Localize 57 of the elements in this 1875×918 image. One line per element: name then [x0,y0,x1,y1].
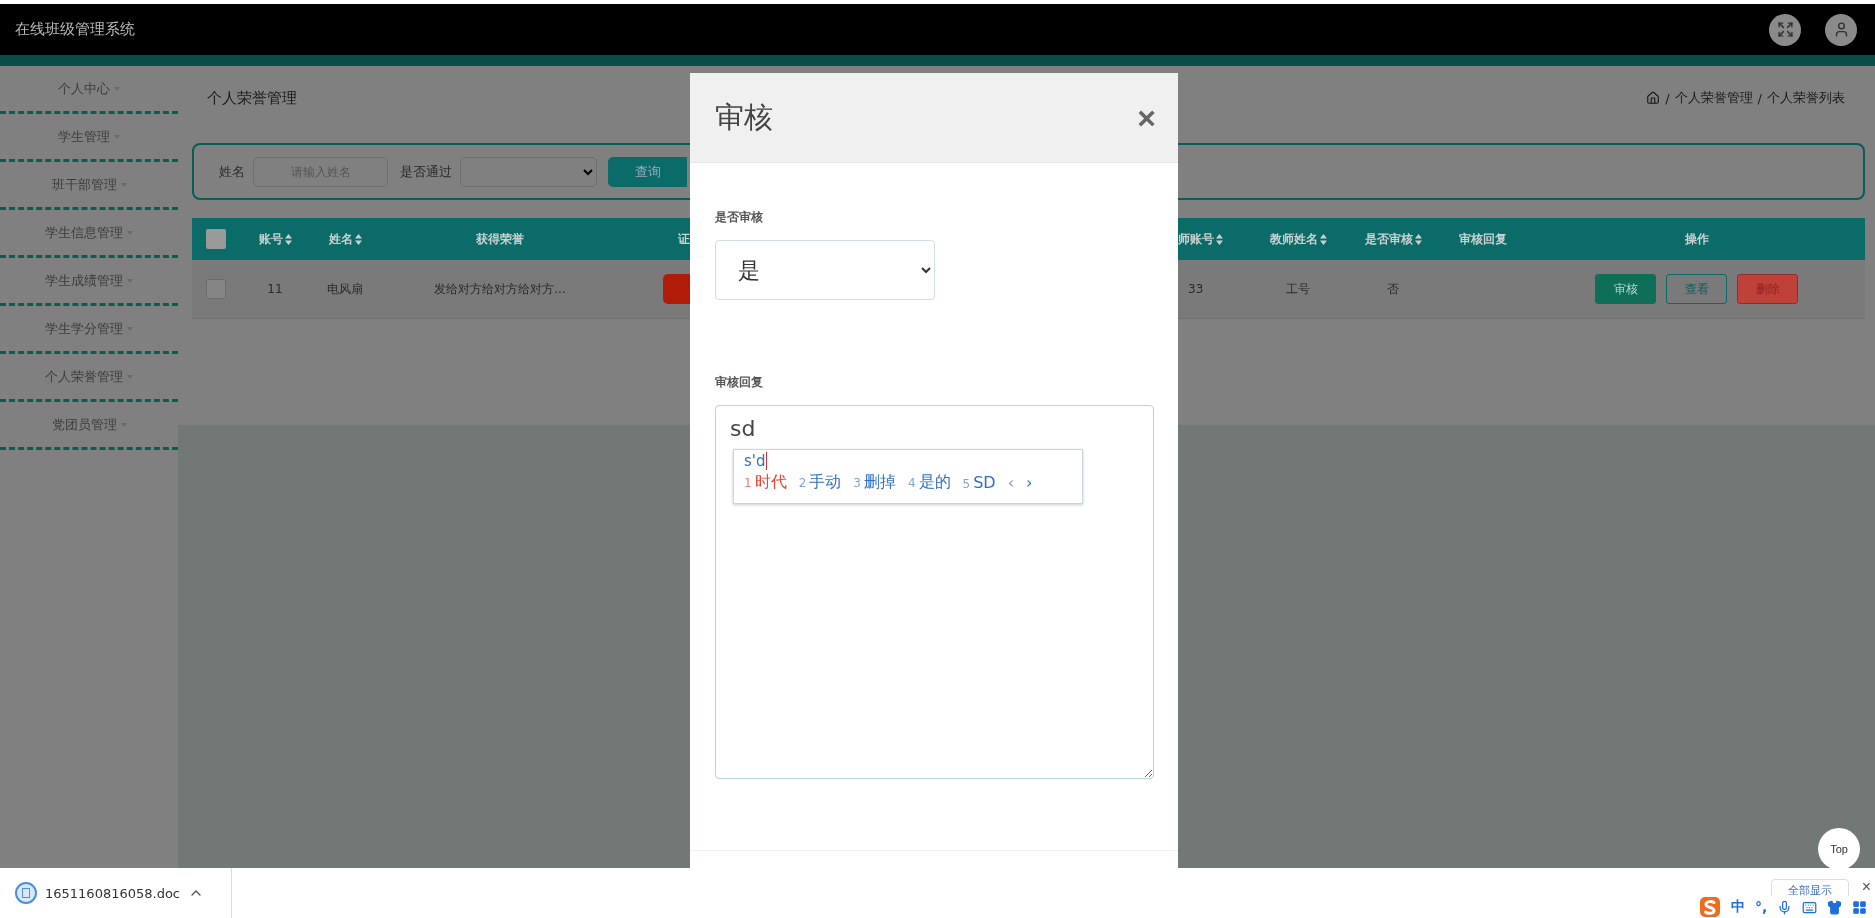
table-cell-text: 33 [1187,282,1205,296]
table-cell-text: 工号 [1285,280,1311,298]
review-select[interactable]: 是 [715,240,935,300]
table-cell-text: 发给对方给对方给对方... [433,280,567,298]
column-header[interactable]: 操作 [1528,230,1865,248]
sort-icon[interactable] [1319,233,1327,245]
fullscreen-icon[interactable] [1769,13,1801,46]
input-mode[interactable]: 中 [1731,898,1745,916]
field-label: 审核回复 [715,374,763,391]
table-cell-text: 电风扇 [326,280,364,298]
ime-candidate[interactable]: 5 SD [962,473,996,492]
column-header[interactable]: 是否审核 [1348,230,1438,248]
ime-candidate[interactable]: 2 手动 [798,472,842,493]
ime-composition: s'd [744,452,768,470]
close-button[interactable]: × [1861,878,1871,896]
field-label: 姓名 [219,162,245,181]
column-header[interactable]: 姓名 [310,230,380,248]
keyboard-icon[interactable] [1802,899,1818,915]
microphone-icon[interactable] [1777,899,1793,915]
app-title: 在线班级管理系统 [15,20,135,39]
table-cell-text: 11 [266,282,284,296]
download-filename[interactable]: 1651160816058.doc [45,885,180,901]
page-title: 个人荣誉管理 [207,88,297,108]
document-icon [15,882,37,904]
shirt-icon[interactable] [1827,899,1843,915]
table-cell-text: 否 [1386,280,1400,298]
breadcrumb-separator: / [1665,90,1670,106]
column-header[interactable]: 审核回复 [1438,230,1528,248]
grid-icon[interactable] [1852,899,1868,915]
breadcrumb-item[interactable]: 个人荣誉列表 [1767,89,1845,107]
next-page-button[interactable]: › [1026,473,1033,492]
query-button[interactable]: 查询 [608,156,687,187]
breadcrumb-separator: / [1757,90,1762,106]
header-checkbox[interactable] [206,229,226,249]
ime-logo-icon[interactable] [1699,896,1721,918]
dialog-title: 审核 [715,98,773,136]
column-header[interactable]: 师账号 [1178,230,1248,248]
sort-icon[interactable] [1414,233,1422,245]
breadcrumb-item[interactable]: 个人荣誉管理 [1674,89,1753,107]
close-button[interactable]: × [1137,101,1156,134]
column-header[interactable]: 获得荣誉 [380,230,620,248]
column-header[interactable]: 账号 [240,230,310,248]
ime-candidate[interactable]: 4 是的 [907,472,951,493]
review-button[interactable]: 审核 [1595,274,1656,304]
sort-icon[interactable] [354,233,362,245]
field-label: 是否审核 [715,209,763,226]
column-header[interactable]: 教师姓名 [1248,230,1348,248]
ime-candidate[interactable]: 1 时代 [744,472,787,493]
ime-candidate[interactable]: 3 删掉 [853,472,896,493]
row-checkbox[interactable] [206,279,226,299]
field-label: 是否通过 [400,162,452,181]
sort-icon[interactable] [1216,233,1223,245]
home-icon[interactable] [1646,91,1661,105]
sort-icon[interactable] [284,233,292,245]
user-icon[interactable] [1825,13,1857,46]
column-header[interactable]: 证 [620,230,690,248]
punctuation-mode[interactable]: °, [1755,899,1768,915]
